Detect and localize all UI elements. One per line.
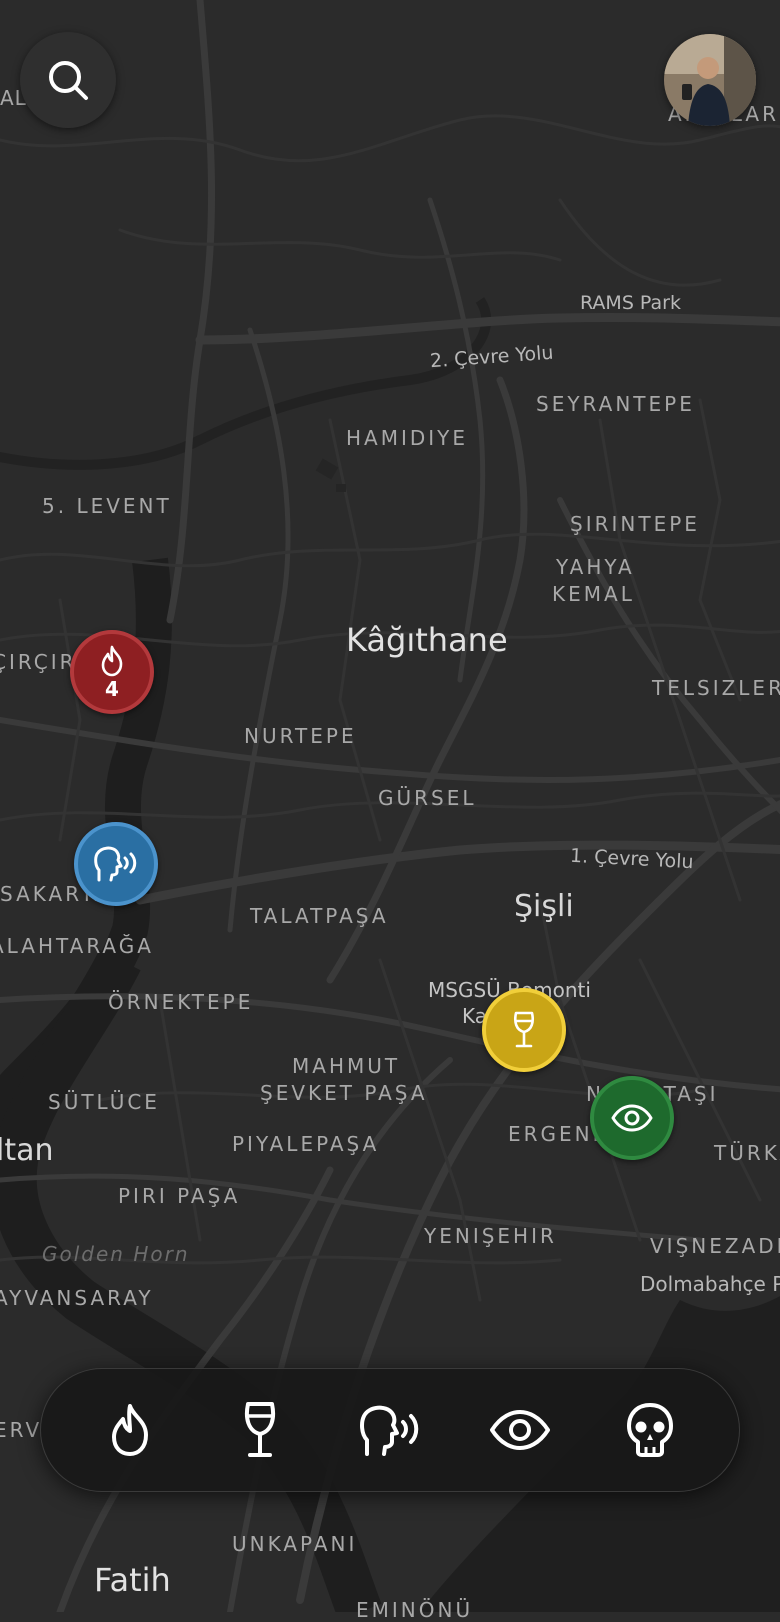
map-label-turkali: TÜRKALI xyxy=(714,1141,780,1165)
map-label-hamidiye: HAMIDIYE xyxy=(346,426,469,450)
skull-icon xyxy=(627,1403,673,1457)
map-pin-wine[interactable] xyxy=(482,988,566,1072)
map-label-sisli: Şişli xyxy=(514,889,574,924)
map-label-sirintepe: ŞIRINTEPE xyxy=(570,512,700,536)
map-label-eyupsultan: ltan xyxy=(0,1133,54,1168)
map-label-golden-horn: Golden Horn xyxy=(42,1242,190,1266)
map-label-dolmabahce: Dolmabahçe P xyxy=(640,1272,780,1296)
wine-glass-icon xyxy=(244,1402,276,1457)
map-label-talatpasa: TALATPAŞA xyxy=(250,904,389,928)
map-label-visnezade: VIŞNEZADE xyxy=(650,1234,780,1258)
map-label-telsizler: TELSIZLER xyxy=(652,676,780,700)
map-label-ayvansaray: AYVANSARAY xyxy=(0,1286,154,1310)
map-label-eminonu: EMINÖNÜ xyxy=(356,1598,474,1622)
map-label-mahmut: MAHMUT xyxy=(292,1054,401,1078)
map-label-circir: ÇIRÇIR xyxy=(0,650,77,674)
map-label-alahtaraga: ALAHTARAĞA xyxy=(0,934,154,958)
search-icon xyxy=(49,61,88,100)
map-pin-voice[interactable] xyxy=(74,822,158,906)
map-label-kemal: KEMAL xyxy=(552,582,635,606)
avatar-photo xyxy=(664,34,756,126)
map-label-fatih: Fatih xyxy=(94,1561,171,1599)
dock-eye-button[interactable] xyxy=(474,1384,566,1476)
map-label-yahya: YAHYA xyxy=(556,555,635,579)
map-pin-fire[interactable]: 4 xyxy=(70,630,154,714)
map-label-ornektepe: ÖRNEKTEPE xyxy=(108,990,254,1014)
map-label-erv: ERV xyxy=(0,1418,43,1442)
map-label-kagithane: Kâğıthane xyxy=(346,621,508,659)
map-label-piri-pasa: PIRI PAŞA xyxy=(118,1184,241,1208)
map-label-seyrantepe: SEYRANTEPE xyxy=(536,392,695,416)
map-label-rams-park: RAMS Park xyxy=(580,292,681,314)
map-label-nurtepe: NURTEPE xyxy=(244,724,357,748)
map-label-sutluce: SÜTLÜCE xyxy=(48,1090,160,1114)
map-label-unkapani: UNKAPANI xyxy=(232,1532,358,1556)
category-dock xyxy=(40,1368,740,1492)
map-label-sevket-pasa: ŞEVKET PAŞA xyxy=(260,1081,428,1105)
eye-icon xyxy=(611,1104,653,1132)
dock-wine-button[interactable] xyxy=(214,1384,306,1476)
speaking-head-icon xyxy=(94,846,137,882)
map-label-piyalepasa: PIYALEPAŞA xyxy=(232,1132,380,1156)
map-label-yenisehir: YENIŞEHIR xyxy=(424,1224,557,1248)
fire-icon xyxy=(101,645,123,677)
speaking-head-icon xyxy=(360,1405,419,1456)
map-pin-fire-count: 4 xyxy=(105,677,119,701)
user-avatar[interactable] xyxy=(664,34,756,126)
map-label-5-levent: 5. LEVENT xyxy=(42,494,172,518)
fire-icon xyxy=(112,1404,148,1456)
map-label-gursel: GÜRSEL xyxy=(378,786,477,810)
map-pin-eye[interactable] xyxy=(590,1076,674,1160)
dock-voice-button[interactable] xyxy=(344,1384,436,1476)
eye-icon xyxy=(490,1410,550,1450)
dock-skull-button[interactable] xyxy=(604,1384,696,1476)
wine-glass-icon xyxy=(513,1011,535,1048)
search-button[interactable] xyxy=(20,32,116,128)
dock-fire-button[interactable] xyxy=(84,1384,176,1476)
